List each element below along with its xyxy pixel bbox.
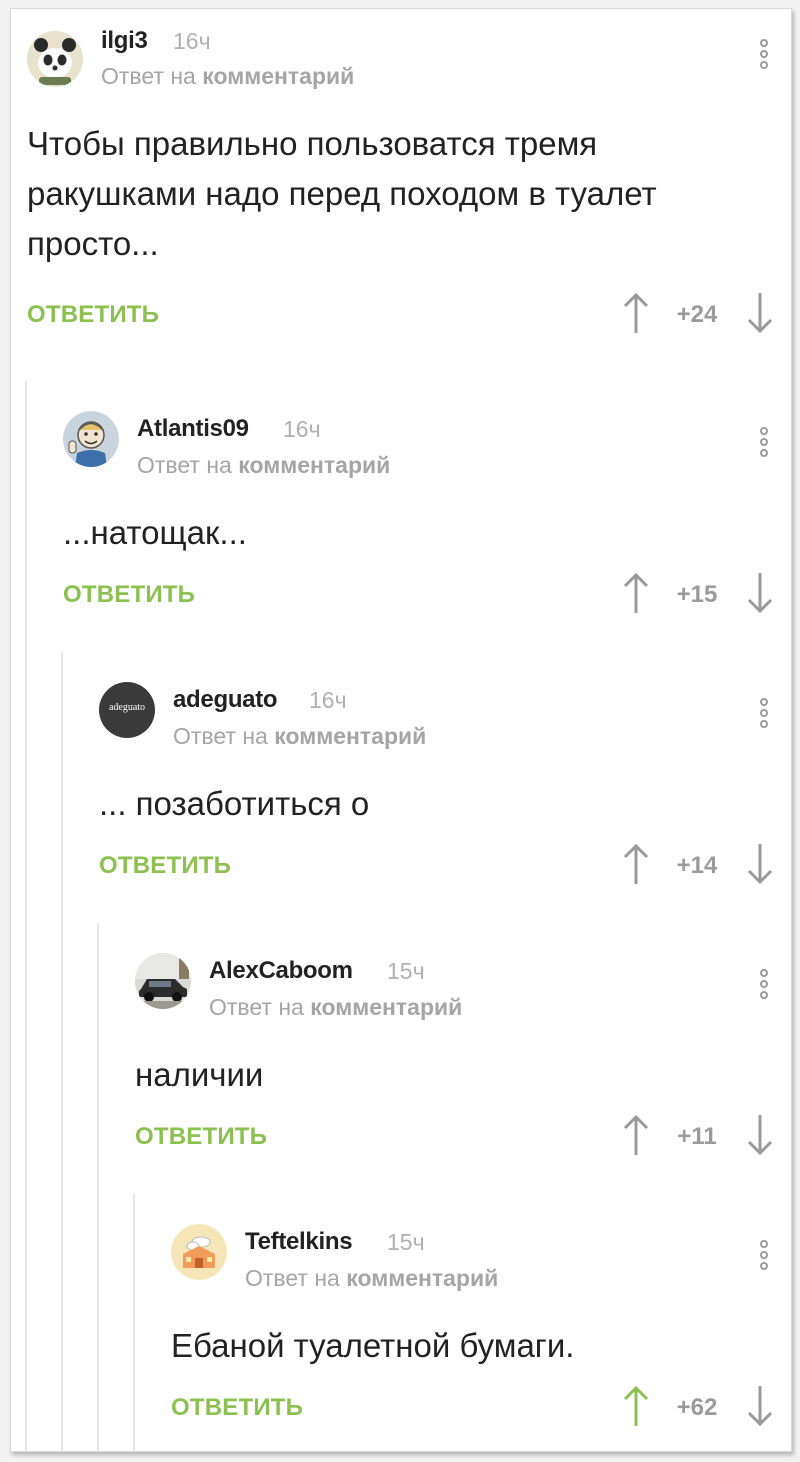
downvote-arrow-icon[interactable] [745,291,775,335]
comment-score: +62 [676,1394,718,1421]
more-options-icon[interactable] [757,1240,771,1280]
comment-time: 15ч [387,1229,425,1255]
comment-score: +15 [676,581,718,608]
reply-button[interactable]: ОТВЕТИТЬ [63,581,195,609]
comment-time: 16ч [173,28,211,54]
comment-thread: ilgi3 16ч Ответ на комментарий Чтобы пра… [10,8,792,1452]
downvote-arrow-icon[interactable] [745,571,775,615]
downvote-arrow-icon[interactable] [745,842,775,886]
comment-score: +11 [677,1123,717,1150]
more-options-icon[interactable] [757,39,771,79]
vault-boy-avatar-icon[interactable] [63,411,119,467]
comment-time: 16ч [309,687,347,713]
upvote-arrow-icon[interactable] [621,291,651,335]
reply-button[interactable]: ОТВЕТИТЬ [99,852,231,880]
upvote-arrow-icon[interactable] [621,571,651,615]
reply-target-link[interactable]: комментарий [310,994,462,1020]
comment-text: Чтобы правильно пользоватся тремя ракушк… [27,125,657,262]
comment: ilgi3 16ч Ответ на комментарий Чтобы пра… [11,9,791,369]
cartoon-house-avatar-icon[interactable] [171,1224,227,1280]
reply-target-link[interactable]: комментарий [238,452,390,478]
more-options-icon[interactable] [757,427,771,467]
reply-prefix: Ответ на [209,994,304,1020]
comment-text: Ебаной туалетной бумаги. [171,1327,575,1364]
adeguato-avatar[interactable]: adeguato [99,682,155,738]
comment-time: 15ч [387,958,425,984]
reply-prefix: Ответ на [137,452,232,478]
downvote-arrow-icon[interactable] [745,1113,775,1157]
reply-info: Ответ на комментарий [101,63,354,90]
username[interactable]: AlexCaboom [209,957,353,985]
comment: Teftelkins 15ч Ответ на комментарий Ебан… [11,1194,791,1451]
comment-text: наличии [135,1056,264,1093]
avatar-text: adeguato [108,702,146,713]
reply-target-link[interactable]: комментарий [202,63,354,89]
upvote-arrow-icon[interactable] [621,1113,651,1157]
downvote-arrow-icon[interactable] [745,1384,775,1428]
reply-button[interactable]: ОТВЕТИТЬ [27,301,159,329]
panda-avatar-icon[interactable] [27,31,83,87]
username[interactable]: Atlantis09 [137,415,249,443]
car-avatar-icon[interactable] [135,953,191,1009]
comment-score: +14 [676,852,718,879]
reply-target-link[interactable]: комментарий [274,723,426,749]
reply-prefix: Ответ на [173,723,268,749]
reply-button[interactable]: ОТВЕТИТЬ [171,1394,303,1422]
upvote-arrow-icon[interactable] [621,842,651,886]
comment: AlexCaboom 15ч Ответ на комментарий нали… [11,923,791,1194]
comment: adeguato adeguato 16ч Ответ на комментар… [11,652,791,923]
comment-time: 16ч [283,416,321,442]
upvote-arrow-icon[interactable] [621,1384,651,1428]
comment-text: ... позаботиться о [99,785,370,822]
reply-prefix: Ответ на [245,1265,340,1291]
reply-button[interactable]: ОТВЕТИТЬ [135,1123,267,1151]
reply-info: Ответ на комментарий [173,723,426,750]
reply-info: Ответ на комментарий [137,452,390,479]
reply-prefix: Ответ на [101,63,196,89]
reply-info: Ответ на комментарий [245,1265,498,1292]
more-options-icon[interactable] [757,698,771,738]
comment: Atlantis09 16ч Ответ на комментарий ...н… [11,381,791,652]
username[interactable]: adeguato [173,686,278,714]
reply-target-link[interactable]: комментарий [346,1265,498,1291]
reply-info: Ответ на комментарий [209,994,462,1021]
username[interactable]: ilgi3 [101,27,148,55]
username[interactable]: Teftelkins [245,1228,353,1256]
comment-score: +24 [676,301,718,328]
comment-text: ...натощак... [63,514,247,551]
more-options-icon[interactable] [757,969,771,1009]
